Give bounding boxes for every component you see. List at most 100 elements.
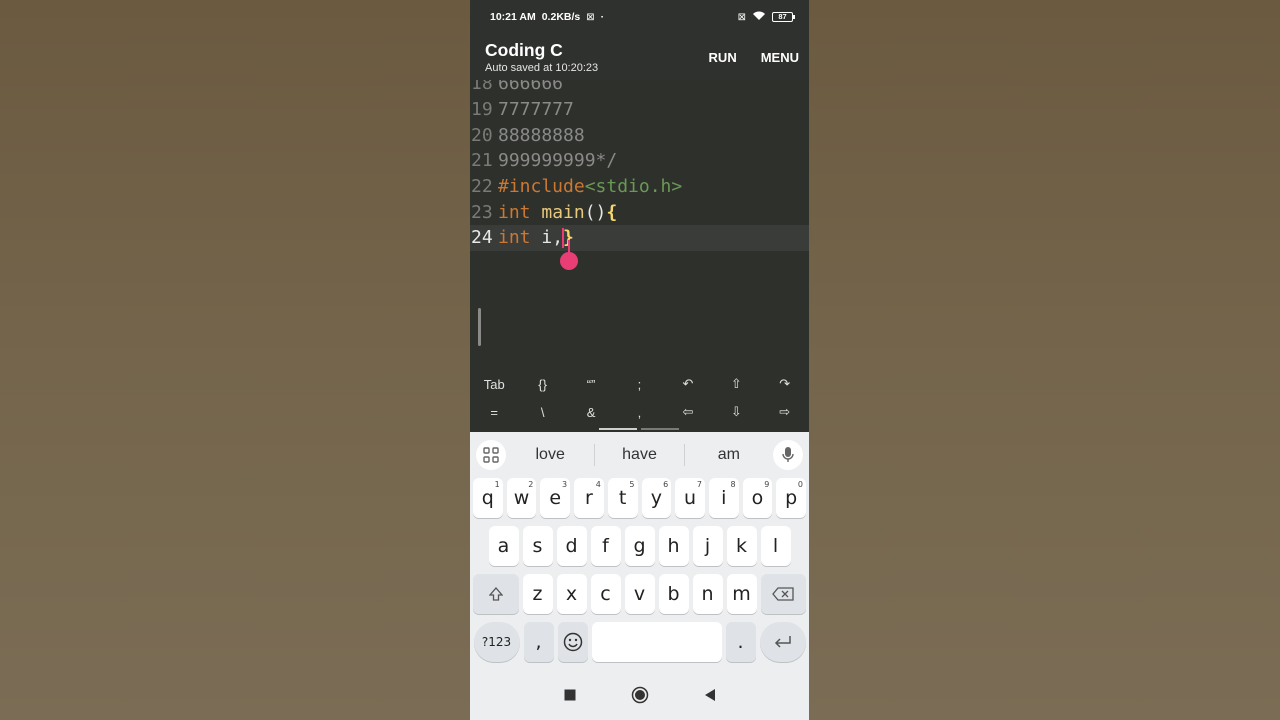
key-a[interactable]: a [488,526,519,566]
app-bar: Coding C Auto saved at 10:20:23 RUN MENU [470,34,809,80]
arrow-left-icon[interactable]: ⇦ [664,404,712,420]
shift-key[interactable] [473,574,519,614]
suggestion[interactable]: am [685,446,773,464]
symbol-page-indicator [599,428,679,430]
redo-icon[interactable]: ↷ [761,376,809,392]
arrow-right-icon[interactable]: ⇨ [761,404,809,420]
key-row: asdfghjkl [470,526,809,570]
key-t[interactable]: t5 [607,478,638,518]
key-b[interactable]: b [658,574,689,614]
line-number: 20 [471,124,493,146]
apps-grid-icon[interactable] [476,440,506,470]
key-d[interactable]: d [556,526,587,566]
space-bar[interactable] [591,622,722,662]
soft-keyboard: love have am q1w2e3r4t5y6u7i8o9p0 asdfgh… [470,432,809,674]
code-text: 7777777 [498,99,574,121]
suggestion-bar: love have am [470,432,809,478]
key-q[interactable]: q1 [472,478,503,518]
key-n[interactable]: n [692,574,723,614]
keyword: int [498,201,531,223]
battery-icon: 87 [772,12,795,22]
key-h[interactable]: h [658,526,689,566]
symbols-key[interactable]: ?123 [473,622,520,662]
line-number: 22 [471,176,493,198]
scroll-indicator[interactable] [478,308,481,346]
key-c[interactable]: c [590,574,621,614]
line-number: 19 [471,99,493,121]
key-u[interactable]: u7 [675,478,705,518]
key-z[interactable]: z [522,574,553,614]
quotes-key[interactable]: “” [567,377,615,392]
comma-key[interactable]: , [523,622,554,662]
keyword: int [498,227,531,249]
braces-key[interactable]: {} [518,377,566,392]
undo-icon[interactable]: ↶ [664,376,712,392]
notification-dot: · [600,11,605,23]
parens: () [584,201,607,223]
code-line[interactable]: 21 999999999*/ [470,148,809,174]
key-k[interactable]: k [726,526,757,566]
key-s[interactable]: s [522,526,553,566]
recents-square-icon[interactable] [564,688,576,706]
back-triangle-icon[interactable] [704,688,716,707]
code-text: 666666 [498,80,564,95]
key-x[interactable]: x [556,574,587,614]
code-editor[interactable]: 18 666666 19 7777777 20 88888888 21 9999… [470,80,809,370]
brace: { [606,201,618,223]
code-text: i, [530,227,564,249]
code-line[interactable]: 18 666666 [470,80,809,97]
shift-up-icon[interactable]: ⇧ [712,376,760,392]
key-p[interactable]: p0 [776,478,807,518]
status-bar: 10:21 AM 0.2KB/s ⊠ · ⊠ 87 [470,0,809,34]
period-key[interactable]: . [725,622,756,662]
suggestion[interactable]: love [506,446,594,464]
no-sim-icon: ⊠ [737,11,746,23]
code-line[interactable]: 19 7777777 [470,97,809,123]
line-number: 24 [471,227,493,249]
key-v[interactable]: v [624,574,655,614]
code-line-active[interactable]: 24 int i,} [470,225,809,251]
navigation-bar [470,674,809,720]
run-button[interactable]: RUN [709,50,737,65]
preprocessor-directive: #include [498,176,585,198]
key-e[interactable]: e3 [540,478,571,518]
microphone-icon[interactable] [773,440,803,470]
phone-screen: 10:21 AM 0.2KB/s ⊠ · ⊠ 87 Coding C Auto … [470,0,809,720]
tab-key[interactable]: Tab [470,377,518,392]
key-y[interactable]: y6 [641,478,672,518]
line-number: 23 [471,201,493,223]
key-w[interactable]: w2 [506,478,537,518]
network-speed: 0.2KB/s [541,11,581,23]
backspace-key[interactable] [760,574,806,614]
key-i[interactable]: i8 [708,478,739,518]
key-row: ?123 , . [470,622,809,666]
home-circle-icon[interactable] [631,686,649,709]
enter-key[interactable] [759,622,806,662]
suggestion[interactable]: have [595,446,683,464]
key-o[interactable]: o9 [742,478,773,518]
function-name: main [541,201,585,223]
code-line[interactable]: 20 88888888 [470,122,809,148]
code-line[interactable]: 22 #include <stdio.h> [470,174,809,200]
semicolon-key[interactable]: ; [615,377,663,392]
key-g[interactable]: g [624,526,655,566]
menu-button[interactable]: MENU [761,50,799,65]
autosave-status: Auto saved at 10:20:23 [485,62,599,74]
key-m[interactable]: m [726,574,757,614]
include-header: <stdio.h> [584,176,683,198]
comma-key[interactable]: ‚ [615,405,663,420]
key-r[interactable]: r4 [574,478,604,518]
emoji-icon[interactable] [557,622,588,662]
code-line[interactable]: 23 int main(){ [470,199,809,225]
key-l[interactable]: l [760,526,791,566]
sim-icon: ⊠ [586,11,595,23]
app-title: Coding C [485,40,563,60]
backslash-key[interactable]: \ [518,405,566,420]
ampersand-key[interactable]: & [567,405,615,420]
equals-key[interactable]: = [470,405,518,420]
cursor-handle[interactable] [560,240,578,270]
arrow-down-icon[interactable]: ⇩ [712,404,760,420]
key-f[interactable]: f [590,526,621,566]
status-time: 10:21 AM [490,11,536,23]
key-j[interactable]: j [692,526,723,566]
